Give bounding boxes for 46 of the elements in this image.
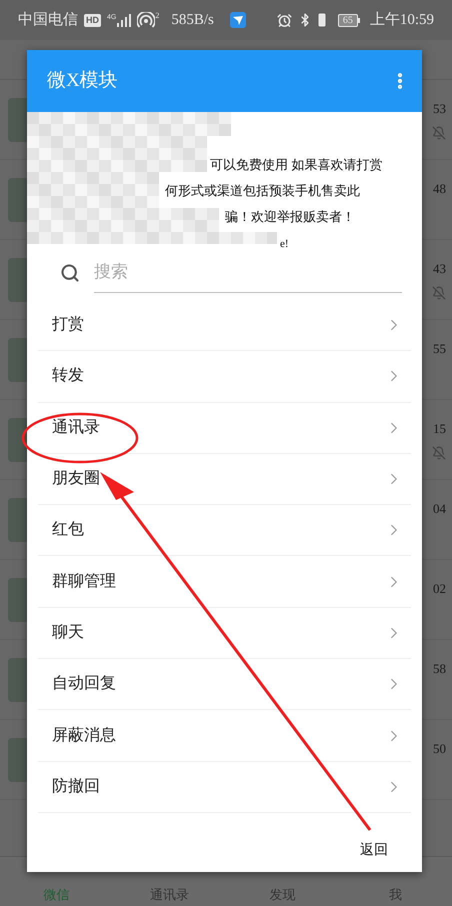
menu-item[interactable]: 防撤回 (38, 762, 411, 813)
chat-time: 04 (433, 500, 446, 518)
clock-time: 上午10:59 (370, 10, 434, 30)
avatar (8, 98, 27, 142)
hotspot-icon (137, 12, 156, 28)
notice-text: 可以免费使用 如果喜欢请打赏 (210, 157, 382, 172)
notice-text: e! (280, 238, 289, 250)
network-speed: 585B/s (171, 10, 214, 30)
avatar (8, 258, 27, 302)
menu-item[interactable]: 打赏 (38, 300, 411, 352)
notice-text: 何形式或渠道包括预装手机售卖此 (165, 183, 360, 198)
carrier-label: 中国电信 (18, 10, 78, 30)
avatar (8, 178, 27, 222)
chat-time: 50 (433, 740, 446, 758)
vibrate-icon (318, 13, 326, 27)
chat-time: 55 (433, 340, 446, 358)
menu-item[interactable]: 自动回复 (38, 659, 411, 710)
chat-time: 58 (433, 660, 446, 678)
menu-item[interactable]: 转发 (38, 351, 411, 403)
chat-time: 02 (433, 580, 446, 598)
paper-plane-app-icon (230, 12, 246, 28)
signal-icon (117, 14, 132, 26)
menu-item[interactable]: 聊天 (38, 608, 411, 660)
menu-item[interactable]: 通讯录 (38, 402, 411, 454)
chat-time: 15 (433, 420, 446, 438)
battery-indicator: 65 (338, 14, 358, 26)
avatar (8, 338, 27, 382)
chat-time: 53 (433, 100, 446, 118)
back-button[interactable]: 返回 (356, 840, 392, 861)
chat-time: 43 (433, 260, 446, 278)
search-field[interactable]: 搜索 (94, 252, 402, 292)
chat-time: 48 (433, 180, 446, 198)
menu-item[interactable]: 群聊管理 (38, 556, 411, 608)
notice-text: 骗！欢迎举报贩卖者！ (225, 209, 355, 224)
avatar (8, 498, 27, 542)
avatar (8, 738, 27, 782)
avatar (8, 578, 27, 622)
avatar (8, 658, 27, 702)
menu-item[interactable]: 屏蔽消息 (38, 710, 411, 762)
hotspot-count: 2 (155, 12, 160, 20)
dialog-title: 微X模块 (47, 68, 119, 93)
menu-item[interactable]: 红包 (38, 505, 411, 556)
hd-badge: HD (84, 14, 101, 26)
search-icon (60, 262, 80, 282)
alarm-icon (276, 12, 292, 28)
avatar (8, 418, 27, 462)
